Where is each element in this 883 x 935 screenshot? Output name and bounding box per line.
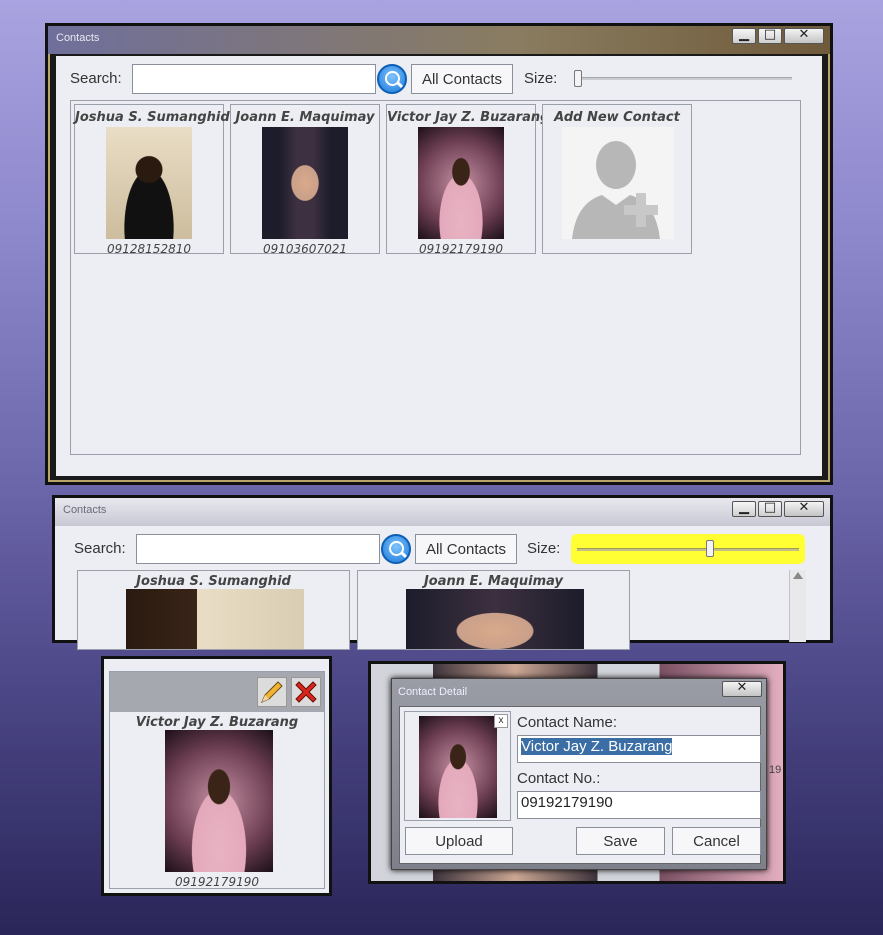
contact-card[interactable]: Joshua S. Sumanghid 09128152810: [74, 104, 230, 256]
contact-photo: [165, 730, 273, 872]
contact-name-input[interactable]: Victor Jay Z. Buzarang: [517, 735, 761, 763]
contact-card[interactable]: Joshua S. Sumanghid: [77, 570, 350, 650]
search-icon[interactable]: [381, 534, 411, 564]
window-content: Search: All Contacts Size: Joshua S. Sum…: [56, 56, 822, 476]
contact-name: Joann E. Maquimay: [423, 574, 564, 589]
close-button[interactable]: ✕: [784, 27, 824, 44]
add-contact-icon: [562, 127, 674, 239]
contact-name: Victor Jay Z. Buzarang: [135, 715, 299, 730]
contact-name: Joshua S. Sumanghid: [136, 574, 291, 589]
contact-name: Joann E. Maquimay: [235, 110, 375, 125]
size-slider[interactable]: [574, 77, 792, 80]
background-fragment: 19: [769, 764, 782, 776]
save-button[interactable]: Save: [576, 827, 665, 855]
contact-name: Joshua S. Sumanghid: [75, 110, 230, 125]
contact-card-selected[interactable]: Victor Jay Z. Buzarang 09192179190: [109, 671, 325, 889]
all-contacts-button[interactable]: All Contacts: [415, 534, 517, 564]
size-label: Size:: [524, 70, 558, 87]
close-button[interactable]: ✕: [784, 500, 824, 517]
contact-number: 09192179190: [419, 242, 503, 256]
maximize-button[interactable]: □: [758, 27, 782, 44]
edit-icon[interactable]: [257, 677, 287, 707]
dialog-body: x Contact Name: Victor Jay Z. Buzarang C…: [399, 706, 761, 864]
dialog-title: Contact Detail: [398, 686, 468, 698]
upload-button[interactable]: Upload: [405, 827, 513, 855]
minimize-button[interactable]: ▁: [732, 27, 756, 44]
contact-card[interactable]: Victor Jay Z. Buzarang 09192179190: [386, 104, 550, 256]
contact-card[interactable]: Joann E. Maquimay 09103607021: [230, 104, 380, 256]
maximize-button[interactable]: □: [758, 500, 782, 517]
contact-number: 09192179190: [175, 875, 259, 889]
all-contacts-button[interactable]: All Contacts: [411, 64, 513, 94]
window-controls: ▁ □ ✕: [732, 500, 824, 517]
contact-photo: [106, 127, 192, 239]
contacts-window: Contacts ▁ □ ✕ Search: All Contacts Size…: [45, 23, 833, 485]
add-new-contact-card[interactable]: Add New Contact: [542, 104, 692, 254]
title-bar: Contacts: [48, 26, 830, 54]
size-slider-thumb[interactable]: [574, 70, 582, 87]
contacts-window-zoomed: Contacts ▁ □ ✕ Search: All Contacts Size…: [52, 495, 833, 650]
size-slider[interactable]: [577, 548, 799, 551]
title-bar: Contacts: [55, 498, 830, 526]
remove-photo-button[interactable]: x: [494, 714, 508, 728]
cancel-button[interactable]: Cancel: [672, 827, 761, 855]
contact-name: Victor Jay Z. Buzarang: [387, 110, 550, 125]
window-controls: ▁ □ ✕: [732, 27, 824, 44]
contact-photo: [418, 127, 504, 239]
contact-detail-screenshot: 19 Contact Detail ✕ x Contact Name: Vict…: [368, 661, 786, 884]
window-content: Search: All Contacts Size: Joshua S. Sum…: [55, 526, 830, 650]
scroll-up-icon[interactable]: [793, 572, 803, 579]
contacts-panel: Joshua S. Sumanghid 09128152810 Joann E.…: [70, 100, 801, 455]
size-slider-thumb[interactable]: [706, 540, 714, 557]
selected-contact-panel: Victor Jay Z. Buzarang 09192179190: [101, 656, 332, 896]
contact-number: 09103607021: [263, 242, 347, 256]
contact-photo: [126, 589, 304, 649]
dialog-close-button[interactable]: ✕: [722, 680, 762, 697]
search-input[interactable]: [132, 64, 376, 94]
search-input[interactable]: [136, 534, 380, 564]
delete-icon[interactable]: [291, 677, 321, 707]
contact-number-label: Contact No.:: [517, 770, 601, 787]
search-label: Search:: [70, 70, 122, 87]
contact-photo: [262, 127, 348, 239]
minimize-button[interactable]: ▁: [732, 500, 756, 517]
contact-name-label: Contact Name:: [517, 714, 618, 731]
vertical-scrollbar[interactable]: [789, 570, 806, 642]
contact-number: 09128152810: [107, 242, 191, 256]
panel-content: Victor Jay Z. Buzarang 09192179190: [104, 659, 329, 893]
contact-detail-dialog: Contact Detail ✕ x Contact Name: Victor …: [391, 678, 767, 870]
contact-name-value: Victor Jay Z. Buzarang: [521, 738, 673, 755]
window-title: Contacts: [56, 32, 100, 44]
search-label: Search:: [74, 540, 126, 557]
contact-photo: [419, 716, 497, 818]
contact-photo: [406, 589, 584, 649]
window-title: Contacts: [63, 504, 107, 516]
contact-card[interactable]: Joann E. Maquimay: [357, 570, 630, 650]
search-icon[interactable]: [377, 64, 407, 94]
size-label: Size:: [527, 540, 561, 557]
add-new-label: Add New Contact: [554, 110, 680, 125]
photo-frame: x: [404, 711, 511, 821]
contact-number-input[interactable]: 09192179190: [517, 791, 761, 819]
